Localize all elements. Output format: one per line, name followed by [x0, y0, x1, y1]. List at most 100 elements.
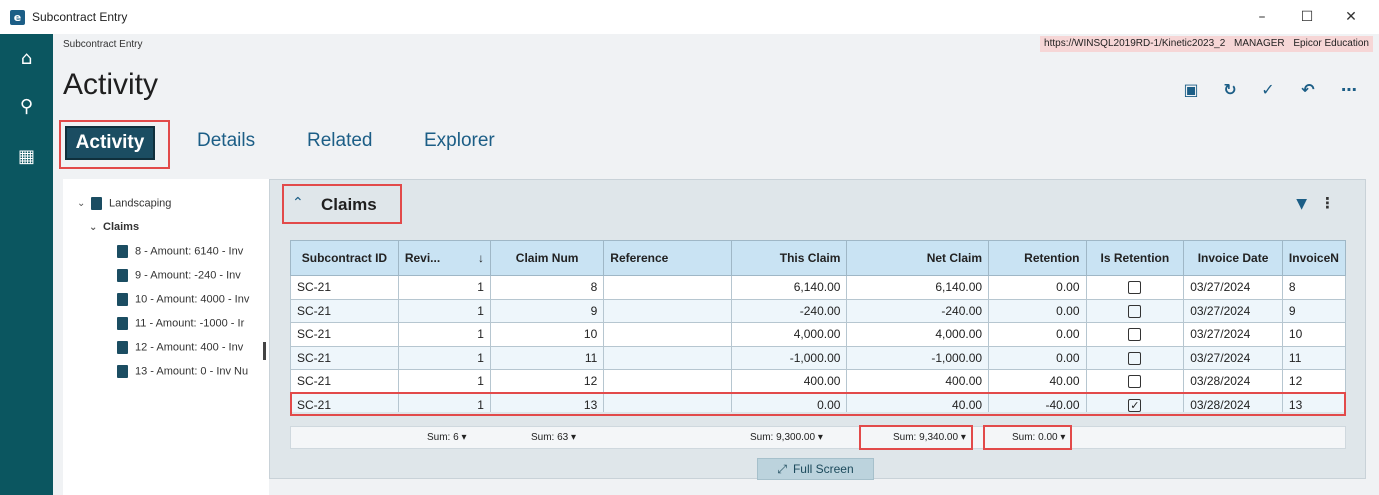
col-claim-num[interactable]: Claim Num: [489, 240, 605, 276]
table-row[interactable]: SC-21 1 12 400.00 400.00 40.00 03/28/202…: [290, 369, 1346, 394]
more-icon[interactable]: ⋯: [1337, 78, 1361, 102]
checkbox-unchecked[interactable]: [1128, 351, 1142, 365]
cell-is-retention[interactable]: [1085, 322, 1185, 347]
sum-this-claim[interactable]: Sum: 9,300.00 ▾: [750, 432, 823, 443]
close-button[interactable]: ✕: [1328, 6, 1374, 28]
tab-explorer[interactable]: Explorer: [424, 130, 495, 152]
table-row[interactable]: SC-21 1 13 0.00 40.00 -40.00 ✓ 03/28/202…: [290, 392, 1346, 412]
cell-revision[interactable]: 1: [397, 369, 491, 394]
tree-item-claim-10[interactable]: 10 - Amount: 4000 - Inv: [117, 293, 249, 306]
clear-icon[interactable]: ✓: [1256, 78, 1280, 102]
cell-subcontract-id[interactable]: SC-21: [290, 345, 399, 370]
cell-invoice-date[interactable]: 03/27/2024: [1183, 298, 1283, 323]
cell-is-retention[interactable]: [1085, 298, 1185, 323]
col-subcontract-id[interactable]: Subcontract ID: [290, 240, 399, 276]
filter-icon[interactable]: ▼: [1296, 196, 1307, 212]
cell-invoice-num[interactable]: 11: [1281, 345, 1346, 370]
sum-revision[interactable]: Sum: 6 ▾: [427, 432, 466, 443]
cell-claim-num[interactable]: 10: [489, 322, 605, 347]
col-revision[interactable]: Revi... ↓: [397, 240, 491, 276]
cell-reference[interactable]: [603, 275, 733, 300]
tree-item-claim-13[interactable]: 13 - Amount: 0 - Inv Nu: [117, 365, 248, 378]
cell-invoice-date[interactable]: 03/27/2024: [1183, 345, 1283, 370]
tree-item-claim-12[interactable]: 12 - Amount: 400 - Inv: [117, 341, 243, 354]
cell-reference[interactable]: [603, 345, 733, 370]
checkbox-unchecked[interactable]: [1128, 375, 1142, 389]
cell-this-claim[interactable]: -240.00: [731, 298, 848, 323]
cell-claim-num[interactable]: 11: [489, 345, 605, 370]
table-row[interactable]: SC-21 1 11 -1,000.00 -1,000.00 0.00 03/2…: [290, 345, 1346, 370]
col-net-claim[interactable]: Net Claim: [846, 240, 990, 276]
sum-claim-num[interactable]: Sum: 63 ▾: [531, 432, 576, 443]
cell-this-claim[interactable]: 0.00: [731, 392, 848, 412]
cell-retention[interactable]: -40.00: [988, 392, 1087, 412]
cell-revision[interactable]: 1: [397, 275, 491, 300]
table-row[interactable]: SC-21 1 9 -240.00 -240.00 0.00 03/27/202…: [290, 298, 1346, 323]
tab-related[interactable]: Related: [307, 130, 373, 152]
cell-claim-num[interactable]: 12: [489, 369, 605, 394]
search-icon[interactable]: ⚲: [0, 92, 53, 122]
cell-net-claim[interactable]: 6,140.00: [846, 275, 990, 300]
cell-this-claim[interactable]: 400.00: [731, 369, 848, 394]
cell-claim-num[interactable]: 13: [489, 392, 605, 412]
cell-is-retention[interactable]: [1085, 345, 1185, 370]
tree-node-claims[interactable]: ⌄ Claims: [89, 221, 139, 233]
col-is-retention[interactable]: Is Retention: [1085, 240, 1185, 276]
cell-reference[interactable]: [603, 298, 733, 323]
cell-invoice-num[interactable]: 13: [1281, 392, 1346, 412]
cell-invoice-date[interactable]: 03/28/2024: [1183, 392, 1283, 412]
tree-node-root[interactable]: ⌄ Landscaping: [77, 197, 171, 210]
cell-retention[interactable]: 40.00: [988, 369, 1087, 394]
cell-net-claim[interactable]: 400.00: [846, 369, 990, 394]
cell-net-claim[interactable]: -240.00: [846, 298, 990, 323]
cell-subcontract-id[interactable]: SC-21: [290, 298, 399, 323]
cell-invoice-num[interactable]: 10: [1281, 322, 1346, 347]
undo-icon[interactable]: ↶: [1296, 78, 1320, 102]
cell-is-retention[interactable]: ✓: [1085, 392, 1185, 412]
sum-retention[interactable]: Sum: 0.00 ▾: [1012, 432, 1065, 443]
cell-revision[interactable]: 1: [397, 345, 491, 370]
cell-revision[interactable]: 1: [397, 298, 491, 323]
cell-subcontract-id[interactable]: SC-21: [290, 392, 399, 412]
cell-invoice-num[interactable]: 9: [1281, 298, 1346, 323]
cell-reference[interactable]: [603, 369, 733, 394]
cell-retention[interactable]: 0.00: [988, 345, 1087, 370]
cell-reference[interactable]: [603, 392, 733, 412]
col-this-claim[interactable]: This Claim: [731, 240, 848, 276]
more-vertical-icon[interactable]: ⋮: [1320, 194, 1335, 212]
tree-item-claim-9[interactable]: 9 - Amount: -240 - Inv: [117, 269, 241, 282]
full-screen-button[interactable]: ⤢ Full Screen: [757, 458, 874, 480]
home-icon[interactable]: ⌂: [0, 44, 53, 74]
cell-net-claim[interactable]: 40.00: [846, 392, 990, 412]
cell-is-retention[interactable]: [1085, 275, 1185, 300]
tree-item-claim-8[interactable]: 8 - Amount: 6140 - Inv: [117, 245, 243, 258]
cell-subcontract-id[interactable]: SC-21: [290, 369, 399, 394]
cell-is-retention[interactable]: [1085, 369, 1185, 394]
cell-subcontract-id[interactable]: SC-21: [290, 275, 399, 300]
save-icon[interactable]: ▣: [1179, 78, 1203, 102]
cell-invoice-num[interactable]: 12: [1281, 369, 1346, 394]
col-invoice-date[interactable]: Invoice Date: [1183, 240, 1283, 276]
maximize-button[interactable]: ☐: [1284, 6, 1330, 28]
sum-net-claim[interactable]: Sum: 9,340.00 ▾: [893, 432, 966, 443]
cell-retention[interactable]: 0.00: [988, 275, 1087, 300]
tab-details[interactable]: Details: [197, 130, 255, 152]
cell-this-claim[interactable]: 4,000.00: [731, 322, 848, 347]
cell-net-claim[interactable]: 4,000.00: [846, 322, 990, 347]
cell-invoice-date[interactable]: 03/28/2024: [1183, 369, 1283, 394]
chevron-up-icon[interactable]: ⌃: [292, 195, 304, 211]
cell-retention[interactable]: 0.00: [988, 322, 1087, 347]
cell-reference[interactable]: [603, 322, 733, 347]
cell-claim-num[interactable]: 9: [489, 298, 605, 323]
cell-revision[interactable]: 1: [397, 392, 491, 412]
cell-invoice-num[interactable]: 8: [1281, 275, 1346, 300]
col-reference[interactable]: Reference: [603, 240, 733, 276]
cell-this-claim[interactable]: -1,000.00: [731, 345, 848, 370]
cell-claim-num[interactable]: 8: [489, 275, 605, 300]
apps-grid-icon[interactable]: ▦: [0, 142, 53, 172]
col-retention[interactable]: Retention: [988, 240, 1087, 276]
col-invoice-num[interactable]: InvoiceN: [1281, 240, 1346, 276]
cell-this-claim[interactable]: 6,140.00: [731, 275, 848, 300]
cell-retention[interactable]: 0.00: [988, 298, 1087, 323]
minimize-button[interactable]: –: [1239, 6, 1285, 28]
